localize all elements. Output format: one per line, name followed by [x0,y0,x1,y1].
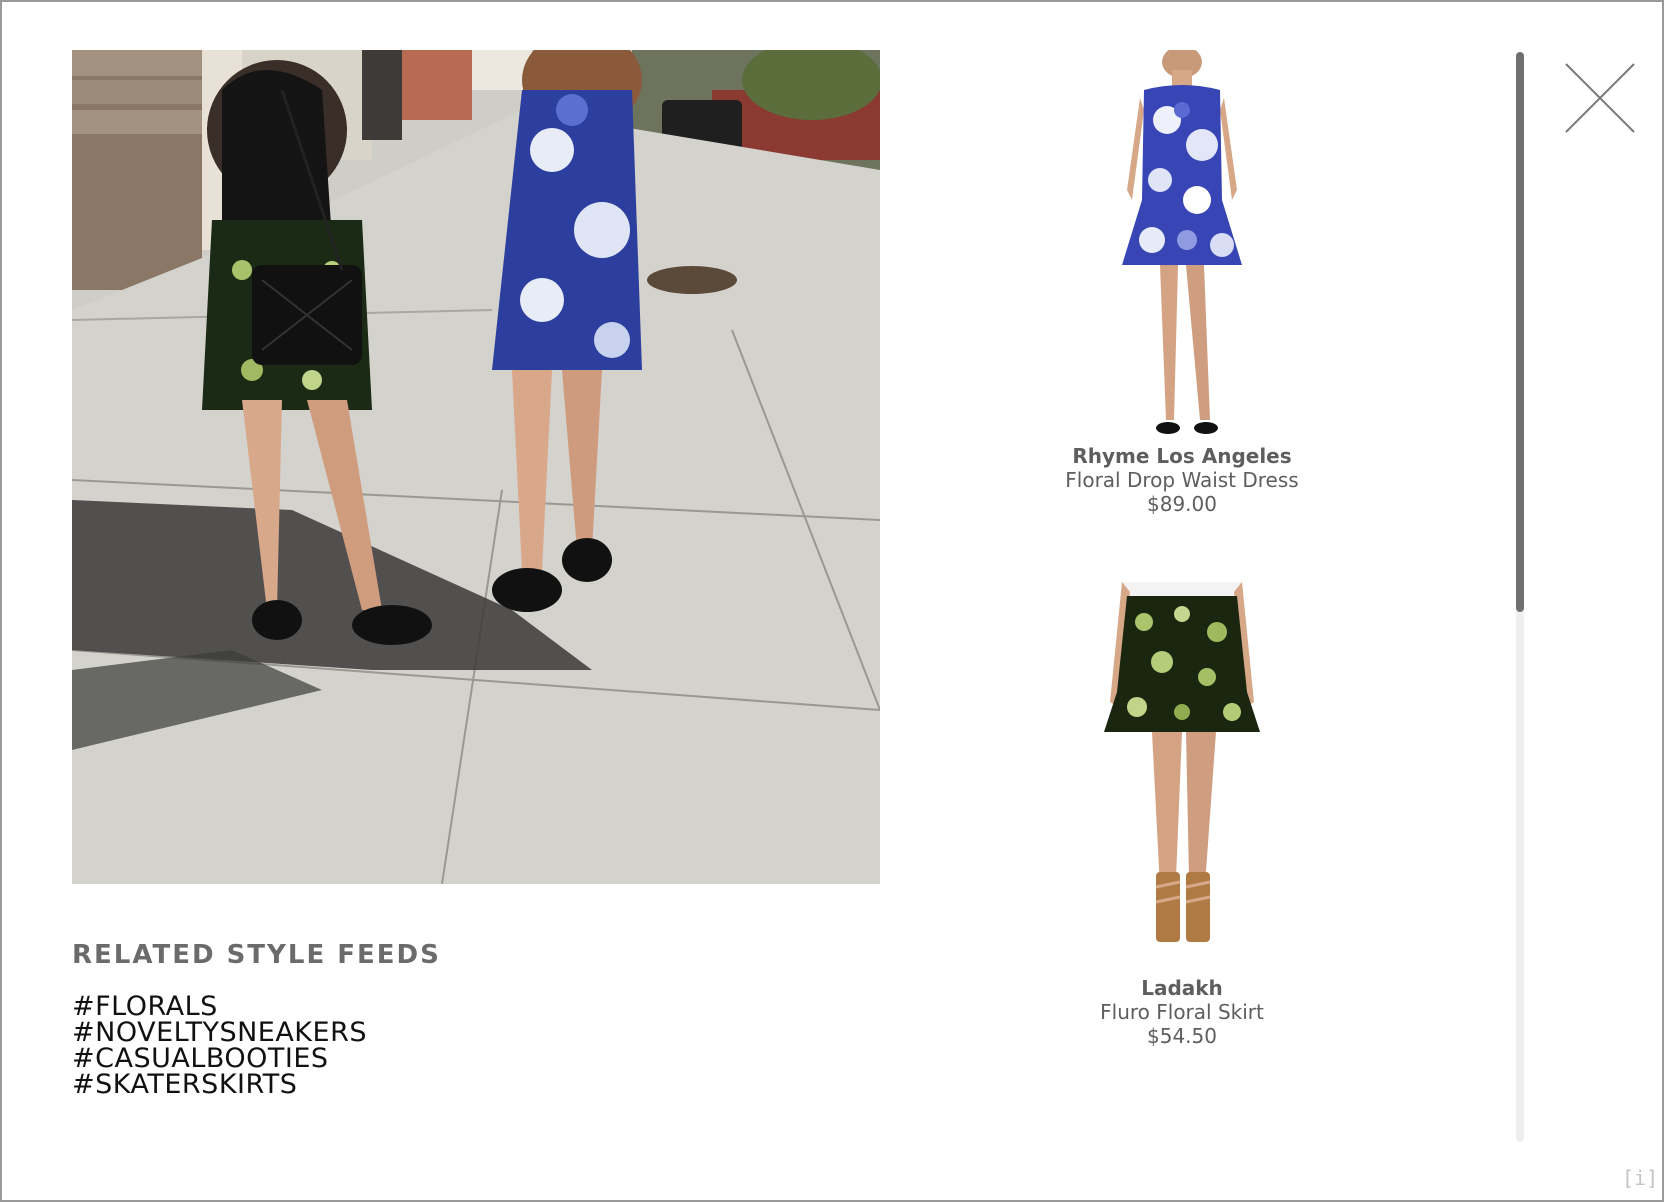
info-icon[interactable]: [i] [1622,1166,1658,1190]
product-list-scrollbar[interactable] [1516,52,1524,1142]
related-style-feeds: RELATED STYLE FEEDS #FLORALS #NOVELTYSNE… [72,940,772,1098]
related-style-feeds-heading: RELATED STYLE FEEDS [72,940,441,970]
product-list-scrollbar-thumb[interactable] [1516,52,1524,612]
lightbox-modal: RELATED STYLE FEEDS #FLORALS #NOVELTYSNE… [0,0,1664,1202]
product-brand[interactable]: Ladakh [992,976,1372,1000]
product-card[interactable]: Rhyme Los Angeles Floral Drop Waist Dres… [992,50,1372,516]
product-card[interactable]: Ladakh Fluro Floral Skirt $54.50 [992,582,1372,1048]
close-button[interactable] [1562,60,1638,136]
product-image[interactable] [1082,50,1282,440]
main-look-photo [72,50,880,884]
style-feed-tag-link[interactable]: #SKATERSKIRTS [72,1069,297,1100]
style-feed-tag-item: #SKATERSKIRTS [72,1069,772,1100]
product-name[interactable]: Floral Drop Waist Dress [992,468,1372,492]
close-icon [1565,63,1635,133]
product-price: $89.00 [1147,492,1217,516]
product-image[interactable] [1082,582,1282,972]
product-name[interactable]: Fluro Floral Skirt [992,1000,1372,1024]
main-look-photo-image [72,50,880,884]
style-feed-tag-list: #FLORALS #NOVELTYSNEAKERS #CASUALBOOTIES… [72,993,772,1100]
product-price: $54.50 [1147,1024,1217,1048]
product-brand[interactable]: Rhyme Los Angeles [992,444,1372,468]
